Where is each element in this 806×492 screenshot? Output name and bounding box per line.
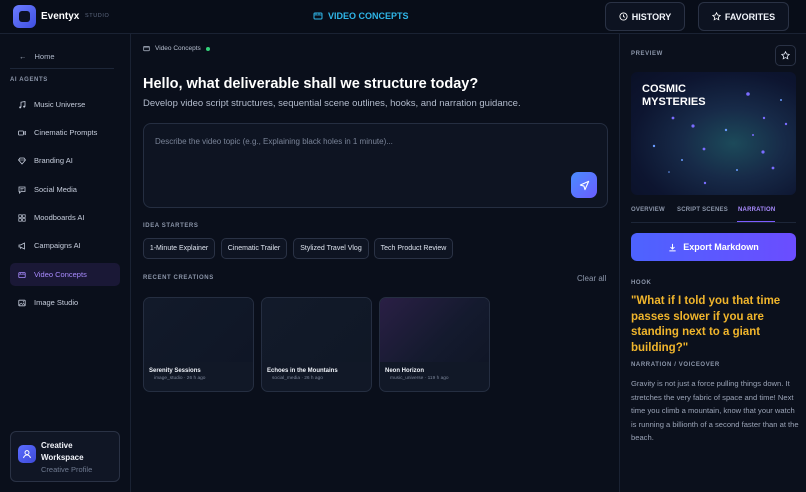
- app-logo-icon[interactable]: [13, 5, 36, 28]
- page-title: VIDEO CONCEPTS: [313, 11, 409, 21]
- history-button[interactable]: HISTORY: [605, 2, 685, 31]
- recent-creations-label: RECENT CREATIONS: [143, 275, 214, 281]
- sidebar-item-image-studio[interactable]: Image Studio: [10, 291, 120, 314]
- hook-text: "What if I told you that time passes slo…: [631, 295, 781, 354]
- sidebar-item-label: Image Studio: [34, 298, 79, 307]
- user-icon: [23, 450, 31, 459]
- tab-narration[interactable]: NARRATION: [738, 207, 775, 213]
- app-subtitle: STUDIO: [85, 13, 110, 19]
- clear-all-button[interactable]: Clear all: [577, 274, 606, 283]
- favorites-button[interactable]: FAVORITES: [698, 2, 789, 31]
- sidebar-item-cinematic-prompts[interactable]: Cinematic Prompts: [10, 121, 120, 144]
- home-label: Home: [34, 52, 55, 61]
- profile-subtitle: Creative Profile: [41, 465, 93, 474]
- sidebar-item-label: Social Media: [34, 185, 77, 194]
- breadcrumb-label: Video Concepts: [155, 45, 201, 52]
- divider: [631, 222, 796, 223]
- sidebar-item-label: Video Concepts: [34, 270, 87, 279]
- recent-card-title: Serenity Sessions: [149, 368, 201, 374]
- favorites-label: FAVORITES: [724, 11, 776, 22]
- send-icon: [579, 180, 589, 190]
- sidebar-item-music-universe[interactable]: Music Universe: [10, 93, 120, 116]
- recent-card[interactable]: Echoes in the Mountains social_media · 2…: [261, 297, 372, 392]
- sidebar-item-label: Music Universe: [34, 100, 86, 109]
- chat-icon: [18, 186, 26, 194]
- film-icon: [313, 12, 323, 20]
- sidebar-section-title: AI AGENTS: [10, 77, 48, 83]
- recent-card-meta: social_media · 26 h ago: [272, 376, 323, 381]
- film-icon: [143, 46, 150, 52]
- sidebar-item-label: Cinematic Prompts: [34, 128, 98, 137]
- megaphone-icon: [18, 241, 25, 250]
- tab-overview[interactable]: OVERVIEW: [631, 207, 665, 213]
- recent-card-thumbnail: [380, 298, 489, 362]
- preview-panel: PREVIEW COSMIC MYSTERIES OVERVIEW SCRIPT…: [619, 34, 806, 492]
- voiceover-label: NARRATION / VOICEOVER: [631, 362, 720, 368]
- send-button[interactable]: [571, 172, 597, 198]
- recent-card-thumbnail: [144, 298, 253, 362]
- sidebar: ← Home AI AGENTS Music Universe Cinemati…: [0, 34, 131, 492]
- sidebar-item-branding-ai[interactable]: Branding AI: [10, 149, 120, 172]
- export-markdown-button[interactable]: Export Markdown: [631, 233, 796, 261]
- preview-label: PREVIEW: [631, 51, 663, 57]
- recent-card[interactable]: Neon Horizon music_universe · 119 h ago: [379, 297, 490, 392]
- recent-card-title: Echoes in the Mountains: [267, 368, 338, 374]
- divider: [10, 68, 114, 69]
- top-bar: Eventyx STUDIO VIDEO CONCEPTS HISTORY FA…: [0, 0, 806, 34]
- recent-card-meta: music_universe · 119 h ago: [390, 376, 449, 381]
- recent-card-title: Neon Horizon: [385, 368, 424, 374]
- sidebar-item-video-concepts[interactable]: Video Concepts: [10, 263, 120, 286]
- recent-card[interactable]: Serenity Sessions image_studio · 26 h ag…: [143, 297, 254, 392]
- idea-chip[interactable]: Tech Product Review: [374, 238, 453, 259]
- topic-input[interactable]: Describe the video topic (e.g., Explaini…: [143, 123, 608, 208]
- idea-chip[interactable]: 1-Minute Explainer: [143, 238, 215, 259]
- status-online-indicator: [205, 46, 210, 51]
- clock-icon: [619, 12, 628, 21]
- profile-card[interactable]: Creative Workspace Creative Profile: [10, 431, 120, 482]
- main-content: Video Concepts Hello, what deliverable s…: [131, 34, 619, 492]
- app-root: Eventyx STUDIO VIDEO CONCEPTS HISTORY FA…: [0, 0, 806, 492]
- history-label: HISTORY: [631, 11, 672, 22]
- idea-chip[interactable]: Stylized Travel Vlog: [293, 238, 369, 259]
- avatar: [18, 445, 36, 463]
- preview-image: COSMIC MYSTERIES: [631, 72, 796, 195]
- preview-tabs: OVERVIEW SCRIPT SCENES NARRATION: [631, 207, 796, 227]
- music-icon: [19, 100, 26, 108]
- star-icon: [781, 51, 790, 60]
- export-label: Export Markdown: [683, 242, 759, 252]
- recent-card-meta: image_studio · 26 h ago: [154, 376, 206, 381]
- sidebar-item-social-media[interactable]: Social Media: [10, 178, 120, 201]
- greeting-heading: Hello, what deliverable shall we structu…: [143, 76, 479, 92]
- video-icon: [18, 130, 26, 135]
- image-icon: [18, 299, 26, 306]
- sidebar-item-label: Moodboards AI: [34, 213, 85, 222]
- diamond-icon: [18, 157, 26, 165]
- sidebar-item-label: Branding AI: [34, 156, 73, 165]
- home-link[interactable]: ← Home: [19, 52, 55, 61]
- tab-script-scenes[interactable]: SCRIPT SCENES: [677, 207, 728, 213]
- voiceover-text: Gravity is not just a force pulling thin…: [631, 379, 799, 442]
- favorite-toggle-button[interactable]: [775, 45, 796, 66]
- idea-chip[interactable]: Cinematic Trailer: [221, 238, 287, 259]
- grid-icon: [18, 213, 26, 222]
- profile-name: Creative Workspace: [41, 441, 84, 462]
- idea-starters-label: IDEA STARTERS: [143, 223, 199, 229]
- starfield-illustration: [652, 92, 788, 185]
- recent-card-thumbnail: [262, 298, 371, 362]
- star-icon: [711, 12, 721, 21]
- sidebar-item-moodboards-ai[interactable]: Moodboards AI: [10, 206, 120, 229]
- app-name: Eventyx: [41, 11, 80, 22]
- topic-input-placeholder: Describe the video topic (e.g., Explaini…: [155, 137, 393, 146]
- arrow-left-icon: ←: [19, 52, 27, 61]
- hook-label: HOOK: [631, 280, 652, 286]
- page-title-text: VIDEO CONCEPTS: [328, 11, 409, 21]
- greeting-subheading: Develop video script structures, sequent…: [143, 98, 521, 109]
- film-icon: [18, 271, 26, 278]
- download-icon: [669, 243, 676, 251]
- breadcrumb: Video Concepts: [143, 45, 210, 52]
- sidebar-item-label: Campaigns AI: [34, 241, 81, 250]
- sidebar-item-campaigns-ai[interactable]: Campaigns AI: [10, 234, 120, 257]
